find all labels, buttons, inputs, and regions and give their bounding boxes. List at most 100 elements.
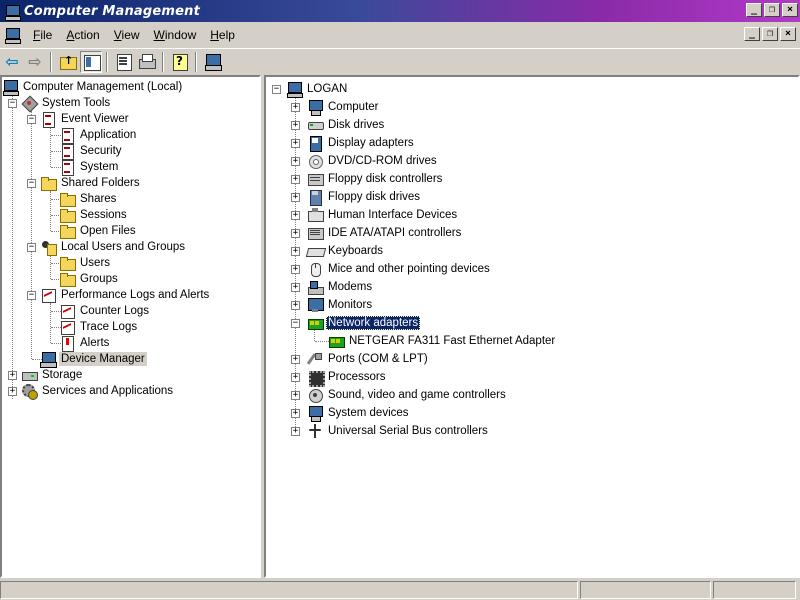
device-category-display-adapters[interactable]: Display adapters bbox=[307, 135, 416, 152]
expand-ide-controllers[interactable]: + bbox=[291, 229, 300, 238]
expand-processors[interactable]: + bbox=[291, 373, 300, 382]
menu-file[interactable]: File bbox=[26, 28, 59, 42]
expand-floppy-controllers[interactable]: + bbox=[291, 175, 300, 184]
properties-icon[interactable] bbox=[113, 51, 135, 73]
device-category-system-devices[interactable]: System devices bbox=[307, 405, 411, 422]
device-tree-pane[interactable]: − LOGAN + Computer + Disk drives + Displ… bbox=[264, 75, 800, 578]
device-category-monitors[interactable]: Monitors bbox=[307, 297, 374, 313]
device-category-ports[interactable]: Ports (COM & LPT) bbox=[307, 351, 430, 367]
mdi-minimize-button[interactable]: _ bbox=[744, 27, 760, 41]
tree-item-shared-folders[interactable]: Shared Folders bbox=[40, 175, 142, 191]
menu-window[interactable]: Window bbox=[147, 28, 204, 42]
status-pane-2 bbox=[580, 581, 711, 599]
tree-item-application-log[interactable]: Application bbox=[59, 127, 138, 144]
tree-line bbox=[31, 111, 32, 359]
device-category-computer[interactable]: Computer bbox=[307, 99, 381, 116]
collapse-logan[interactable]: − bbox=[272, 85, 281, 94]
device-category-usb[interactable]: Universal Serial Bus controllers bbox=[307, 423, 490, 439]
collapse-local-users[interactable]: − bbox=[27, 243, 36, 252]
tree-item-performance-logs[interactable]: Performance Logs and Alerts bbox=[40, 287, 211, 303]
device-category-keyboards[interactable]: Keyboards bbox=[307, 243, 385, 259]
expand-mice[interactable]: + bbox=[291, 265, 300, 274]
expand-usb[interactable]: + bbox=[291, 427, 300, 436]
tree-item-counter-logs[interactable]: Counter Logs bbox=[59, 303, 151, 319]
device-tree-root[interactable]: LOGAN bbox=[286, 81, 349, 98]
device-category-floppy-controllers[interactable]: Floppy disk controllers bbox=[307, 171, 444, 187]
tree-item-storage[interactable]: Storage bbox=[21, 367, 84, 383]
mmc-document-icon[interactable] bbox=[4, 27, 21, 44]
device-manager-icon[interactable] bbox=[202, 51, 224, 73]
expand-keyboards[interactable]: + bbox=[291, 247, 300, 256]
device-category-modems[interactable]: Modems bbox=[307, 279, 374, 295]
tree-line bbox=[50, 191, 51, 231]
restore-button[interactable]: ❐ bbox=[764, 3, 780, 17]
collapse-perf-logs[interactable]: − bbox=[27, 291, 36, 300]
expand-sound[interactable]: + bbox=[291, 391, 300, 400]
speaker-icon bbox=[307, 387, 323, 403]
tree-item-event-viewer[interactable]: Event Viewer bbox=[40, 111, 131, 128]
expand-system-devices[interactable]: + bbox=[291, 409, 300, 418]
show-hide-tree-icon[interactable] bbox=[80, 50, 102, 73]
mdi-close-button[interactable]: × bbox=[780, 27, 796, 41]
tree-item-security-log[interactable]: Security bbox=[59, 143, 124, 160]
tree-item-system-log[interactable]: System bbox=[59, 159, 120, 176]
tree-item-computer-management[interactable]: Computer Management (Local) bbox=[2, 79, 184, 96]
port-icon bbox=[307, 351, 323, 367]
collapse-event-viewer[interactable]: − bbox=[27, 115, 36, 124]
up-one-level-icon[interactable] bbox=[57, 51, 79, 73]
monitor-icon bbox=[307, 297, 324, 313]
tree-item-groups[interactable]: Groups bbox=[59, 271, 120, 287]
expand-monitors[interactable]: + bbox=[291, 301, 300, 310]
tree-item-sessions[interactable]: Sessions bbox=[59, 207, 129, 223]
device-category-disk-drives[interactable]: Disk drives bbox=[307, 117, 386, 133]
expand-storage[interactable]: + bbox=[8, 371, 17, 380]
device-category-network-adapters[interactable]: Network adapters bbox=[307, 315, 421, 331]
device-category-processors[interactable]: Processors bbox=[307, 369, 388, 387]
help-icon[interactable] bbox=[169, 51, 191, 73]
collapse-system-tools[interactable]: − bbox=[8, 99, 17, 108]
disk-drive-icon bbox=[307, 117, 324, 133]
tree-item-local-users-groups[interactable]: Local Users and Groups bbox=[40, 239, 187, 256]
collapse-shared-folders[interactable]: − bbox=[27, 179, 36, 188]
device-category-hid[interactable]: Human Interface Devices bbox=[307, 207, 459, 223]
expand-display-adapters[interactable]: + bbox=[291, 139, 300, 148]
floppy-drive-icon bbox=[307, 189, 323, 206]
expand-floppy-drives[interactable]: + bbox=[291, 193, 300, 202]
tree-item-services-applications[interactable]: Services and Applications bbox=[21, 383, 175, 400]
close-button[interactable]: × bbox=[782, 3, 798, 17]
device-category-floppy-drives[interactable]: Floppy disk drives bbox=[307, 189, 422, 206]
device-netgear-fa311[interactable]: NETGEAR FA311 Fast Ethernet Adapter bbox=[328, 333, 557, 349]
back-icon[interactable] bbox=[1, 51, 23, 73]
expand-disk-drives[interactable]: + bbox=[291, 121, 300, 130]
minimize-button[interactable]: _ bbox=[746, 3, 762, 17]
device-category-ide-controllers[interactable]: IDE ATA/ATAPI controllers bbox=[307, 225, 463, 241]
device-category-sound[interactable]: Sound, video and game controllers bbox=[307, 387, 508, 403]
ide-controller-icon bbox=[307, 225, 324, 241]
expand-services[interactable]: + bbox=[8, 387, 17, 396]
mdi-restore-button[interactable]: ❐ bbox=[762, 27, 778, 41]
device-category-mice[interactable]: Mice and other pointing devices bbox=[307, 261, 492, 277]
expand-modems[interactable]: + bbox=[291, 283, 300, 292]
forward-icon[interactable] bbox=[24, 51, 46, 73]
console-tree-pane[interactable]: − − − − − + + Computer Management (Local… bbox=[0, 75, 261, 578]
expand-computer[interactable]: + bbox=[291, 103, 300, 112]
menu-view[interactable]: View bbox=[107, 28, 147, 42]
tree-item-open-files[interactable]: Open Files bbox=[59, 223, 138, 239]
tree-item-device-manager[interactable]: Device Manager bbox=[40, 351, 147, 368]
expand-ports[interactable]: + bbox=[291, 355, 300, 364]
keyboard-icon bbox=[307, 243, 323, 259]
menu-help[interactable]: Help bbox=[203, 28, 242, 42]
print-icon[interactable] bbox=[136, 51, 158, 73]
toolbar-separator bbox=[50, 51, 52, 72]
collapse-network-adapters[interactable]: − bbox=[291, 319, 300, 328]
tree-item-shares[interactable]: Shares bbox=[59, 191, 118, 207]
menu-action[interactable]: Action bbox=[59, 28, 106, 42]
tree-item-trace-logs[interactable]: Trace Logs bbox=[59, 319, 139, 335]
expand-hid[interactable]: + bbox=[291, 211, 300, 220]
title-bar[interactable]: Computer Management _ ❐ × bbox=[0, 0, 800, 22]
tree-item-alerts[interactable]: Alerts bbox=[59, 335, 111, 352]
expand-dvd-cdrom[interactable]: + bbox=[291, 157, 300, 166]
device-category-dvd-cdrom[interactable]: DVD/CD-ROM drives bbox=[307, 153, 439, 169]
tree-item-system-tools[interactable]: System Tools bbox=[21, 95, 112, 111]
tree-item-users[interactable]: Users bbox=[59, 255, 112, 271]
